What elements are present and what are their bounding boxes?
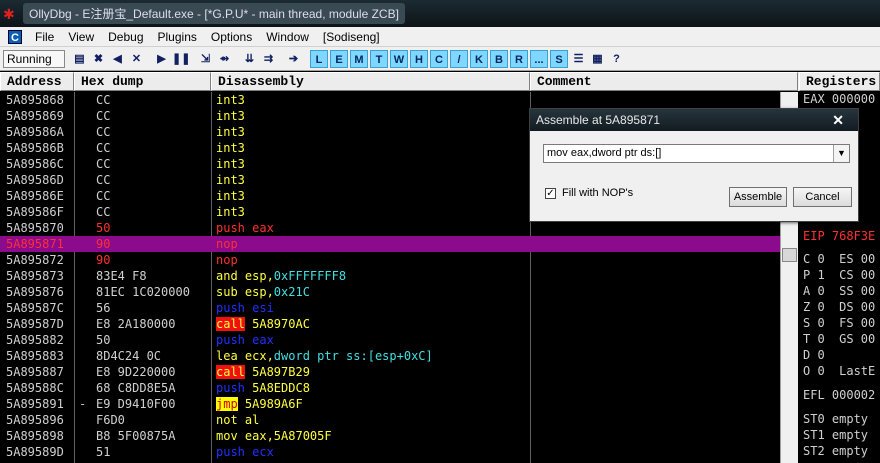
register-line: Z 0 DS 00 xyxy=(803,300,876,314)
title-bar: ✱ OllyDbg - E注册宝_Default.exe - [*G.P.U* … xyxy=(0,0,880,27)
menu-bar: C File View Debug Plugins Options Window… xyxy=(0,27,880,47)
run-status: Running xyxy=(3,49,65,68)
callstack-button[interactable]: K xyxy=(470,49,488,68)
source-button[interactable]: S xyxy=(550,49,568,68)
stop-icon[interactable]: ✕ xyxy=(128,50,145,68)
menu-sodiseng[interactable]: [Sodiseng] xyxy=(316,30,387,44)
scroll-thumb[interactable] xyxy=(782,248,797,262)
pause-icon[interactable]: ❚❚ xyxy=(172,50,190,68)
table-row[interactable]: 5A89589D 51 push ecx xyxy=(0,444,780,460)
assemble-button[interactable]: Assemble xyxy=(729,187,787,207)
assemble-input-value: mov eax,dword ptr ds:[] xyxy=(547,147,662,159)
cpu-icon[interactable]: C xyxy=(8,29,22,44)
table-row[interactable]: 5A89587C 56 push esi xyxy=(0,300,780,316)
column-headers: Address Hex dump Disassembly Comment Reg… xyxy=(0,72,880,91)
step-into-icon[interactable]: ⇲ xyxy=(197,50,214,68)
register-line: P 1 CS 00 xyxy=(803,268,876,282)
trace-over-icon[interactable]: ⇉ xyxy=(260,50,277,68)
assemble-input[interactable]: mov eax,dword ptr ds:[] ▼ xyxy=(543,144,850,163)
toolbar: Running ▤ ✖ ◀ ✕ ▶ ❚❚ ⇲ ⇴ ⇊ ⇉ ➔ L E M T W… xyxy=(0,47,880,71)
cpu-button[interactable]: C xyxy=(430,49,448,68)
register-line: S 0 FS 00 xyxy=(803,316,876,330)
breakpoints-button[interactable]: B xyxy=(490,49,508,68)
register-line: O 0 LastE xyxy=(803,364,876,378)
register-line: ST0 empty xyxy=(803,412,869,426)
table-row[interactable]: 5A89588C 68 C8DD8E5A push 5A8EDDC8 xyxy=(0,380,780,396)
threads-button[interactable]: T xyxy=(370,49,388,68)
menu-file[interactable]: File xyxy=(28,30,61,44)
menu-plugins[interactable]: Plugins xyxy=(151,30,204,44)
chevron-down-icon[interactable]: ▼ xyxy=(833,145,849,162)
log-button[interactable]: L xyxy=(310,49,328,68)
menu-debug[interactable]: Debug xyxy=(101,30,150,44)
register-line: EAX 000000 xyxy=(803,92,876,106)
header-disassembly[interactable]: Disassembly xyxy=(211,72,530,91)
table-row[interactable]: 5A895870 50 push eax xyxy=(0,220,780,236)
table-row[interactable]: 5A895896 F6D0 not al xyxy=(0,412,780,428)
cancel-button[interactable]: Cancel xyxy=(793,187,852,207)
step-over-icon[interactable]: ⇴ xyxy=(216,50,233,68)
run-trace-button[interactable]: ... xyxy=(530,49,548,68)
menu-options[interactable]: Options xyxy=(204,30,259,44)
header-comment[interactable]: Comment xyxy=(530,72,798,91)
appearance-icon[interactable]: ▦ xyxy=(589,50,606,68)
handles-button[interactable]: H xyxy=(410,49,428,68)
header-hex[interactable]: Hex dump xyxy=(74,72,211,91)
register-line: A 0 SS 00 xyxy=(803,284,876,298)
execute-till-return-icon[interactable]: ➔ xyxy=(285,50,302,68)
fill-nops-label: Fill with NOP's xyxy=(562,187,634,199)
trace-into-icon[interactable]: ⇊ xyxy=(241,50,258,68)
header-registers[interactable]: Registers xyxy=(799,72,880,91)
run-icon[interactable]: ▶ xyxy=(153,50,170,68)
options-icon[interactable]: ☰ xyxy=(570,50,587,68)
windows-button[interactable]: W xyxy=(390,49,408,68)
register-line: EIP 768F3E xyxy=(803,229,876,243)
header-address[interactable]: Address xyxy=(0,72,74,91)
patches-button[interactable]: / xyxy=(450,49,468,68)
dialog-title-bar: Assemble at 5A895871 ✕ xyxy=(530,109,858,131)
menu-view[interactable]: View xyxy=(61,30,101,44)
references-button[interactable]: R xyxy=(510,49,528,68)
close-icon[interactable]: ✖ xyxy=(90,50,107,68)
register-line: D 0 xyxy=(803,348,825,362)
help-icon[interactable]: ? xyxy=(608,50,625,68)
register-line: EFL 000002 xyxy=(803,388,876,402)
table-row[interactable]: 5A895872 90 nop xyxy=(0,252,780,268)
modules-button[interactable]: E xyxy=(330,49,348,68)
table-row[interactable]: 5A895868 CC int3 xyxy=(0,92,780,108)
table-row[interactable]: 5A89587D E8 2A180000 call 5A8970AC xyxy=(0,316,780,332)
dialog-title: Assemble at 5A895871 xyxy=(536,113,661,127)
bug-icon: ✱ xyxy=(3,5,15,22)
register-line: ST2 empty xyxy=(803,444,869,458)
table-row[interactable]: 5A895882 50 push eax xyxy=(0,332,780,348)
register-line: T 0 GS 00 xyxy=(803,332,876,346)
menu-window[interactable]: Window xyxy=(259,30,316,44)
register-line: ST1 empty xyxy=(803,428,869,442)
selected-row[interactable]: 5A895871 90 nop xyxy=(0,236,780,252)
assemble-dialog: Assemble at 5A895871 ✕ mov eax,dword ptr… xyxy=(529,108,859,222)
close-icon[interactable]: ✕ xyxy=(832,109,844,131)
table-row[interactable]: 5A895883 8D4C24 0C lea ecx,dword ptr ss:[e… xyxy=(0,348,780,364)
register-line: C 0 ES 00 xyxy=(803,252,876,266)
window-title: OllyDbg - E注册宝_Default.exe - [*G.P.U* - … xyxy=(23,3,405,24)
open-icon[interactable]: ▤ xyxy=(71,50,88,68)
table-row[interactable]: 5A895873 83E4 F8 and esp,0xFFFFFFF8 xyxy=(0,268,780,284)
restart-icon[interactable]: ◀ xyxy=(109,50,126,68)
table-row[interactable]: 5A895898 B8 5F00875A mov eax,5A87005F xyxy=(0,428,780,444)
table-row[interactable]: 5A895876 81EC 1C020000 sub esp,0x21C xyxy=(0,284,780,300)
fill-nops-checkbox[interactable]: ✓ xyxy=(545,188,556,199)
memory-button[interactable]: M xyxy=(350,49,368,68)
table-row[interactable]: 5A895887 E8 9D220000 call 5A897B29 xyxy=(0,364,780,380)
table-row[interactable]: 5A895891- E9 D9410F00 jmp 5A989A6F xyxy=(0,396,780,412)
